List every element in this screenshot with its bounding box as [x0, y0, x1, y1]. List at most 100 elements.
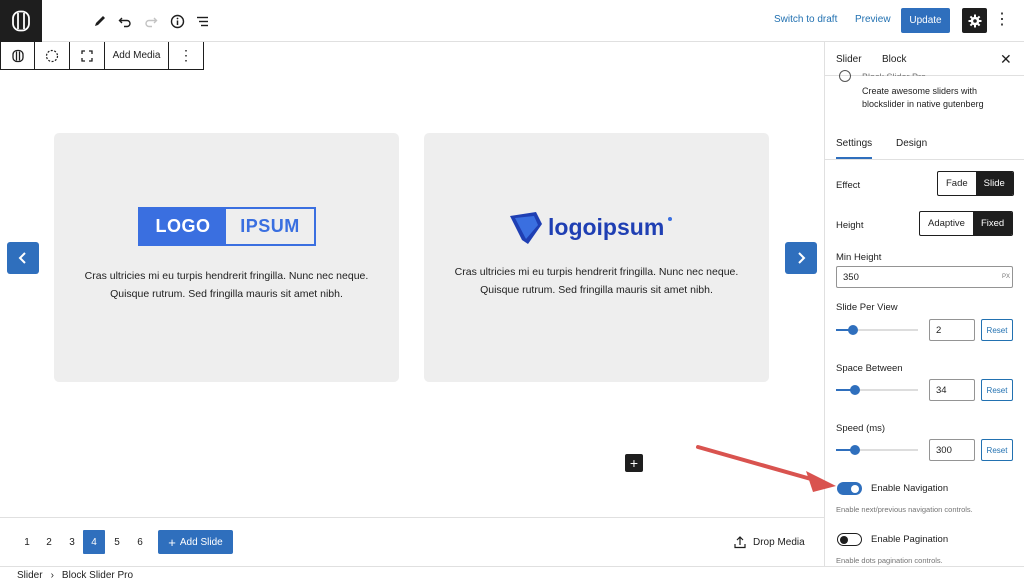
space-between-value: 34 [936, 384, 947, 396]
slide-per-view-reset-button[interactable]: Reset [981, 319, 1013, 341]
enable-navigation-toggle[interactable] [837, 482, 862, 495]
page-button-2[interactable]: 2 [38, 530, 60, 554]
add-media-button[interactable]: Add Media [105, 42, 169, 69]
block-type-button[interactable] [1, 42, 35, 69]
add-slide-label: Add Slide [179, 536, 223, 548]
editor-top-bar: + Switch to draft Preview Update [0, 0, 1024, 42]
block-toolbar: Add Media ⋮ [0, 42, 204, 70]
gear-icon [968, 14, 981, 27]
slide-card-2[interactable]: logoipsum Cras ultricies mi eu turpis he… [424, 133, 769, 382]
tab-slider[interactable]: Slider [836, 54, 862, 65]
list-view-button[interactable] [190, 9, 214, 33]
slide-per-view-input[interactable]: 2 [929, 319, 975, 341]
settings-toggle-button[interactable] [962, 8, 987, 33]
plugin-description: Create awesome sliders with blockslider … [862, 86, 984, 109]
registered-dot-icon [668, 217, 673, 221]
slide-per-view-value: 2 [936, 324, 942, 336]
drop-media-button[interactable]: Drop Media [733, 535, 805, 549]
speed-thumb[interactable] [850, 445, 860, 455]
sidebar-tabs: Slider Block ✕ [825, 42, 1024, 76]
slide-text-line-2: Quisque rutrum. Sed fringilla mauris sit… [480, 284, 713, 296]
min-height-input[interactable]: 350 [836, 266, 1013, 288]
redo-button[interactable] [139, 9, 163, 33]
logoipsum-logo: logoipsum [506, 207, 673, 247]
slide-per-view-thumb[interactable] [848, 325, 858, 335]
block-more-options-button[interactable]: ⋮ [169, 42, 203, 69]
logo-ipsum-block-logo: LOGO IPSUM [138, 207, 316, 246]
page-button-6[interactable]: 6 [129, 530, 151, 554]
slider-block-icon [11, 49, 24, 62]
editor-root: + Switch to draft Preview Update [0, 0, 1024, 584]
speed-reset-button[interactable]: Reset [981, 439, 1013, 461]
space-between-slider[interactable] [836, 385, 918, 395]
space-between-thumb[interactable] [850, 385, 860, 395]
height-option-adaptive[interactable]: Adaptive [920, 212, 973, 235]
fullscreen-button[interactable] [70, 42, 105, 69]
speed-input[interactable]: 300 [929, 439, 975, 461]
space-between-input[interactable]: 34 [929, 379, 975, 401]
slide-per-view-slider[interactable] [836, 325, 918, 335]
enable-pagination-toggle[interactable] [837, 533, 862, 546]
dashed-circle-icon [45, 49, 59, 62]
site-logo-button[interactable] [0, 0, 42, 42]
min-height-value: 350 [843, 271, 859, 283]
slide-text-line-1: Cras ultricies mi eu turpis hendrerit fr… [454, 266, 739, 278]
toggle-knob [840, 535, 848, 544]
page-button-5[interactable]: 5 [106, 530, 128, 554]
tab-block[interactable]: Block [882, 54, 906, 65]
slide-per-view-label: Slide Per View [836, 302, 898, 313]
switch-to-draft-link[interactable]: Switch to draft [774, 14, 837, 25]
effect-option-slide[interactable]: Slide [975, 172, 1013, 195]
plus-icon: + [168, 534, 176, 550]
style-button[interactable] [35, 42, 70, 69]
drop-media-label: Drop Media [753, 536, 805, 548]
effect-segmented-control: Fade Slide [937, 171, 1014, 196]
logoipsum-wordmark: logoipsum [548, 213, 665, 240]
update-button[interactable]: Update [901, 8, 950, 33]
edit-tool-button[interactable] [88, 9, 112, 33]
chevron-right-icon [798, 252, 806, 264]
effect-label: Effect [836, 180, 861, 191]
page-button-3[interactable]: 3 [61, 530, 83, 554]
slide-card-1[interactable]: LOGO IPSUM Cras ultricies mi eu turpis h… [54, 133, 399, 382]
enable-pagination-label: Enable Pagination [871, 534, 949, 545]
space-between-label: Space Between [836, 363, 903, 374]
min-height-label: Min Height [836, 252, 882, 263]
height-option-fixed[interactable]: Fixed [972, 212, 1013, 235]
page-button-4[interactable]: 4 [83, 530, 105, 554]
height-segmented-control: Adaptive Fixed [919, 211, 1014, 236]
enable-pagination-help: Enable dots pagination controls. [836, 556, 943, 565]
tab-design[interactable]: Design [896, 138, 927, 149]
page-button-1[interactable]: 1 [16, 530, 38, 554]
add-slide-button[interactable]: + Add Slide [158, 530, 233, 554]
min-height-unit: PX [1002, 274, 1011, 280]
list-view-icon [196, 16, 208, 26]
enable-navigation-label: Enable Navigation [871, 483, 949, 494]
preview-link[interactable]: Preview [855, 14, 891, 25]
space-between-reset-button[interactable]: Reset [981, 379, 1013, 401]
redo-icon [145, 17, 158, 28]
undo-button[interactable] [113, 9, 137, 33]
enable-navigation-help: Enable next/previous navigation controls… [836, 505, 973, 514]
info-icon [170, 14, 184, 28]
toggle-knob [851, 484, 859, 493]
chevron-left-icon [18, 252, 26, 264]
breadcrumb-item-slider[interactable]: Slider [17, 570, 43, 581]
breadcrumb-item-block-slider-pro[interactable]: Block Slider Pro [62, 570, 133, 581]
next-slide-arrow[interactable] [785, 242, 817, 274]
undo-icon [118, 17, 131, 28]
tab-settings[interactable]: Settings [836, 138, 873, 159]
wordpress-icon [12, 10, 30, 32]
subtabs-divider [825, 159, 1024, 160]
inserter-plus-button[interactable]: + [625, 454, 643, 472]
close-sidebar-icon[interactable]: ✕ [1000, 51, 1012, 68]
logoipsum-mark-icon [510, 212, 542, 244]
pencil-icon [95, 16, 105, 26]
height-label: Height [836, 220, 864, 231]
effect-option-fade[interactable]: Fade [938, 172, 976, 195]
options-menu-button[interactable]: ⋮ [994, 10, 1010, 30]
prev-slide-arrow[interactable] [7, 242, 39, 274]
details-button[interactable] [165, 9, 189, 33]
plugin-icon [839, 70, 851, 82]
speed-slider[interactable] [836, 445, 918, 455]
